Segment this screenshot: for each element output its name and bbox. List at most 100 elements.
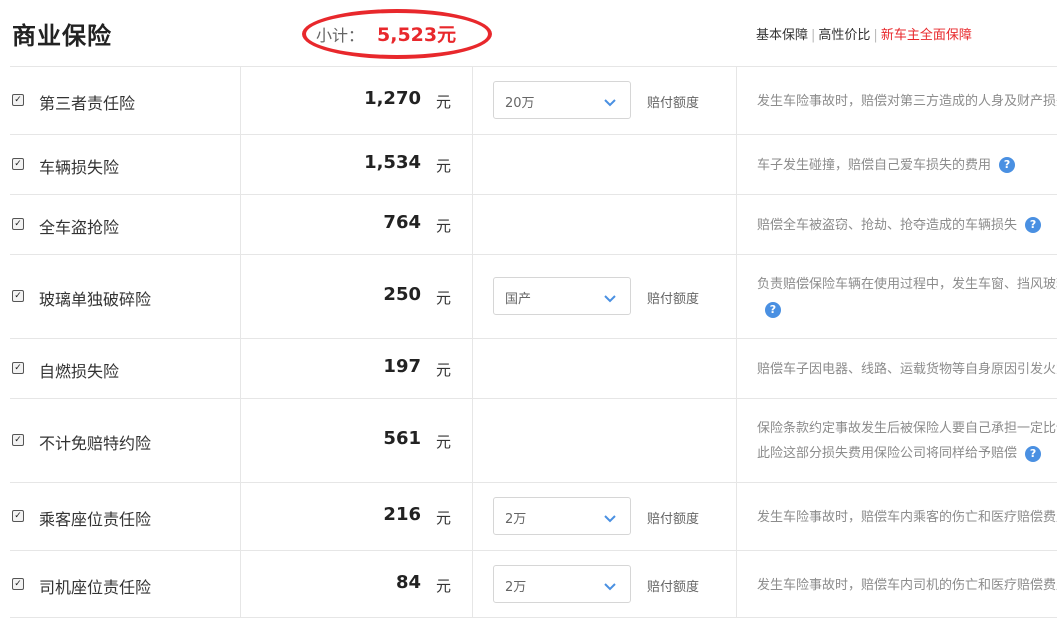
help-icon[interactable]: ? <box>999 157 1016 173</box>
coverage-name: 第三者责任险 <box>39 94 136 113</box>
coverage-name: 全车盗抢险 <box>39 218 120 237</box>
price-unit: 元 <box>436 433 452 451</box>
amount-select-value: 20万 <box>505 96 535 111</box>
description-text: 赔偿全车被盗窃、抢劫、抢夺造成的车辆损失 <box>757 217 1018 233</box>
column-divider <box>240 339 241 398</box>
coverage-name: 司机座位责任险 <box>39 578 152 597</box>
coverage-price: 84 <box>395 572 421 593</box>
price-unit: 元 <box>436 289 452 307</box>
column-divider <box>472 195 473 254</box>
column-divider <box>472 67 473 134</box>
help-icon[interactable]: ? <box>765 301 781 318</box>
column-divider <box>472 399 473 482</box>
column-divider <box>472 339 473 398</box>
checkbox-icon[interactable]: ✓ <box>12 218 24 230</box>
coverage-name: 车辆损失险 <box>39 158 120 177</box>
coverage-description: 赔偿全车被盗窃、抢劫、抢夺造成的车辆损失? <box>757 213 1057 238</box>
table-row: ✓ 车辆损失险 1,534 元 车子发生碰撞，赔偿自己爱车损失的费用? <box>10 134 1057 194</box>
coverage-price: 561 <box>383 428 421 449</box>
description-line: 车子发生碰撞，赔偿自己爱车损失的费用? <box>757 153 1057 178</box>
checkbox-icon[interactable]: ✓ <box>12 510 24 522</box>
description-line: 负责赔偿保险车辆在使用过程中，发生车窗、挡风玻璃的单独破碎 <box>757 272 1057 297</box>
coverage-description: 保险条款约定事故发生后被保险人要自己承担一定比例的损失此险这部分损失费用保险公司… <box>757 416 1057 466</box>
plan-value-link[interactable]: 高性价比 <box>818 28 870 43</box>
coverage-name: 玻璃单独破碎险 <box>39 290 152 309</box>
column-divider <box>240 67 241 134</box>
coverage-price: 1,270 <box>364 88 421 109</box>
description-line: ? <box>757 297 1057 322</box>
amount-select[interactable]: 20万 <box>493 81 631 119</box>
column-divider <box>240 483 241 550</box>
checkbox-icon[interactable]: ✓ <box>12 434 24 446</box>
chevron-down-icon <box>604 289 616 303</box>
description-text: 车子发生碰撞，赔偿自己爱车损失的费用 <box>757 157 992 173</box>
amount-label: 赔付额度 <box>647 512 700 527</box>
coverage-description: 发生车险事故时，赔偿对第三方造成的人身及财产损失? <box>757 89 1057 114</box>
coverage-price: 197 <box>383 356 421 377</box>
chevron-down-icon <box>604 577 616 591</box>
description-line: 发生车险事故时，赔偿车内司机的伤亡和医疗赔偿费用? <box>757 573 1057 598</box>
amount-select-value: 2万 <box>505 580 527 595</box>
coverage-name: 自燃损失险 <box>39 362 120 381</box>
plan-full-link[interactable]: 新车主全面保障 <box>881 28 972 43</box>
help-icon[interactable]: ? <box>1025 445 1042 462</box>
coverage-description: 发生车险事故时，赔偿车内乘客的伤亡和医疗赔偿费用? <box>757 505 1057 530</box>
coverage-price: 764 <box>383 212 421 233</box>
table-row: ✓ 乘客座位责任险 216 元 2万 赔付额度 发生车险事故时，赔偿车内乘客的伤亡和医疗赔偿… <box>10 482 1057 550</box>
plan-separator: | <box>811 28 816 43</box>
price-unit: 元 <box>436 217 452 235</box>
checkbox-icon[interactable]: ✓ <box>12 362 24 374</box>
description-text: 发生车险事故时，赔偿对第三方造成的人身及财产损失 <box>757 93 1057 109</box>
column-divider <box>472 255 473 338</box>
description-line: 发生车险事故时，赔偿对第三方造成的人身及财产损失? <box>757 89 1057 114</box>
column-divider <box>472 135 473 194</box>
amount-select[interactable]: 国产 <box>493 277 631 315</box>
column-divider <box>736 195 737 254</box>
column-divider <box>736 483 737 550</box>
table-row: ✓ 第三者责任险 1,270 元 20万 赔付额度 发生车险事故时，赔偿对第三方造成的人身及… <box>10 66 1057 134</box>
description-text: 此险这部分损失费用保险公司将同样给予赔偿 <box>757 446 1018 461</box>
coverage-description: 车子发生碰撞，赔偿自己爱车损失的费用? <box>757 153 1057 178</box>
amount-label: 赔付额度 <box>647 96 700 111</box>
coverage-name: 乘客座位责任险 <box>39 510 152 529</box>
amount-select[interactable]: 2万 <box>493 565 631 603</box>
header: 商业保险 小计： 5,523元 基本保障 | 高性价比 | 新车主全面保障 <box>0 0 1057 66</box>
description-line: 此险这部分损失费用保险公司将同样给予赔偿? <box>757 441 1057 466</box>
price-unit: 元 <box>436 361 452 379</box>
column-divider <box>240 135 241 194</box>
checkbox-icon[interactable]: ✓ <box>12 158 24 170</box>
amount-select-value: 国产 <box>505 292 532 307</box>
description-text: 保险条款约定事故发生后被保险人要自己承担一定比例的损失 <box>757 421 1057 436</box>
help-icon[interactable]: ? <box>1025 217 1042 233</box>
amount-select[interactable]: 2万 <box>493 497 631 535</box>
coverage-price: 250 <box>383 284 421 305</box>
coverage-description: 发生车险事故时，赔偿车内司机的伤亡和医疗赔偿费用? <box>757 573 1057 598</box>
checkbox-icon[interactable]: ✓ <box>12 290 24 302</box>
amount-label: 赔付额度 <box>647 580 700 595</box>
column-divider <box>240 255 241 338</box>
column-divider <box>472 483 473 550</box>
page-title: 商业保险 <box>12 22 112 50</box>
description-line: 发生车险事故时，赔偿车内乘客的伤亡和医疗赔偿费用? <box>757 505 1057 530</box>
column-divider <box>736 339 737 398</box>
price-unit: 元 <box>436 577 452 595</box>
table-row: ✓ 自燃损失险 197 元 赔偿车子因电器、线路、运载货物等自身原因引发火灾? <box>10 338 1057 398</box>
plan-separator: | <box>873 28 878 43</box>
chevron-down-icon <box>604 93 616 107</box>
coverage-description: 赔偿车子因电器、线路、运载货物等自身原因引发火灾? <box>757 357 1057 382</box>
chevron-down-icon <box>604 509 616 523</box>
plan-basic-link[interactable]: 基本保障 <box>756 28 808 43</box>
column-divider <box>736 551 737 617</box>
column-divider <box>240 195 241 254</box>
column-divider <box>736 399 737 482</box>
price-unit: 元 <box>436 157 452 175</box>
column-divider <box>240 551 241 617</box>
description-line: 赔偿车子因电器、线路、运载货物等自身原因引发火灾? <box>757 357 1057 382</box>
column-divider <box>472 551 473 617</box>
checkbox-icon[interactable]: ✓ <box>12 94 24 106</box>
checkbox-icon[interactable]: ✓ <box>12 578 24 590</box>
amount-label: 赔付额度 <box>647 292 700 307</box>
description-text: 负责赔偿保险车辆在使用过程中，发生车窗、挡风玻璃的单独破碎 <box>757 277 1057 292</box>
description-line: 保险条款约定事故发生后被保险人要自己承担一定比例的损失 <box>757 416 1057 441</box>
column-divider <box>736 255 737 338</box>
